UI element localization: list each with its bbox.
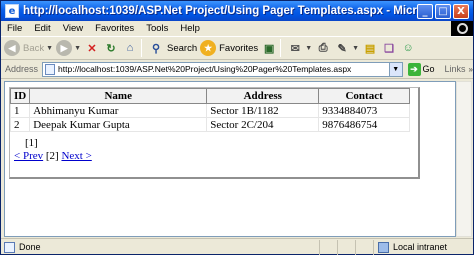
menu-help[interactable]: Help — [174, 23, 206, 34]
menu-bar: File Edit View Favorites Tools Help — [1, 21, 451, 36]
refresh-icon[interactable]: ↻ — [103, 40, 119, 56]
next-page-link[interactable]: Next > — [61, 150, 91, 162]
menu-file[interactable]: File — [1, 23, 28, 34]
windows-logo — [451, 21, 473, 36]
status-text: Done — [19, 242, 41, 252]
search-button[interactable]: ⚲ Search — [148, 40, 197, 56]
toolbar: ◀ Back ▼ ▶ ▼ ✕ ↻ ⌂ ⚲ Search ★ Favorites … — [1, 36, 473, 60]
table-row: 1 Abhimanyu Kumar Sector 1B/1182 9334884… — [9, 103, 410, 118]
address-url: http://localhost:1039/ASP.Net%20Project/… — [58, 64, 352, 74]
chevron-down-icon[interactable]: ▼ — [305, 45, 312, 52]
table-row: 2 Deepak Kumar Gupta Sector 2C/204 98764… — [9, 117, 410, 132]
stop-icon[interactable]: ✕ — [84, 40, 100, 56]
window-title: http://localhost:1039/ASP.Net Project/Us… — [23, 5, 417, 17]
media-icon[interactable]: ▣ — [261, 40, 277, 56]
grid-header-row: ID Name Address Contact — [9, 88, 410, 104]
back-arrow-icon: ◀ — [4, 40, 20, 56]
address-dropdown-icon[interactable]: ▼ — [389, 61, 403, 77]
toolbar-separator — [280, 39, 282, 57]
menu-favorites[interactable]: Favorites — [89, 23, 140, 34]
back-button[interactable]: ◀ Back ▼ — [4, 40, 53, 56]
home-icon[interactable]: ⌂ — [122, 40, 138, 56]
mail-button[interactable]: ✉ ▼ — [287, 40, 313, 56]
go-arrow-icon: ➔ — [407, 62, 421, 76]
go-button[interactable]: ➔ Go — [407, 62, 435, 76]
ie-logo-icon: e — [5, 4, 19, 18]
links-button[interactable]: Links — [445, 64, 466, 74]
cell-address: Sector 1B/1182 — [206, 103, 320, 118]
chevron-down-icon[interactable]: ▼ — [46, 45, 53, 52]
title-bar[interactable]: e http://localhost:1039/ASP.Net Project/… — [1, 1, 473, 21]
research-icon[interactable]: ❏ — [381, 40, 397, 56]
page-content: ID Name Address Contact 1 Abhimanyu Kuma… — [4, 81, 456, 237]
cell-id: 1 — [9, 103, 31, 118]
pager: < Prev [2] Next > — [14, 150, 92, 162]
minimize-button[interactable]: _ — [417, 3, 433, 19]
edit-icon: ✎ — [337, 42, 347, 55]
page-icon — [45, 63, 56, 75]
chevron-down-icon[interactable]: ▼ — [352, 45, 359, 52]
messenger-icon[interactable]: ☺ — [400, 40, 416, 56]
status-bar: Done Local intranet — [1, 238, 473, 255]
status-cell — [355, 239, 373, 255]
status-cell — [319, 239, 337, 255]
header-name: Name — [29, 88, 208, 104]
cell-id: 2 — [9, 117, 31, 132]
header-contact: Contact — [318, 88, 410, 104]
cell-address: Sector 2C/204 — [206, 117, 320, 132]
edit-button[interactable]: ✎ ▼ — [334, 40, 360, 56]
search-icon: ⚲ — [151, 42, 161, 55]
header-address: Address — [206, 88, 320, 104]
intranet-icon — [378, 241, 389, 253]
go-label: Go — [422, 64, 435, 74]
windows-flag-icon — [456, 23, 468, 34]
address-label: Address — [5, 64, 39, 74]
status-cell — [337, 239, 355, 255]
cell-name: Deepak Kumar Gupta — [29, 117, 208, 132]
menu-edit[interactable]: Edit — [28, 23, 56, 34]
chevron-right-icon[interactable]: » — [469, 65, 473, 74]
ie-window: e http://localhost:1039/ASP.Net Project/… — [0, 0, 474, 255]
pager-page-indicator: [1] — [25, 137, 38, 149]
cell-contact: 9334884073 — [318, 103, 410, 118]
mail-icon: ✉ — [290, 42, 300, 55]
search-label: Search — [167, 42, 198, 54]
back-label: Back — [23, 42, 45, 54]
discuss-icon[interactable]: ▤ — [362, 40, 378, 56]
cell-name: Abhimanyu Kumar — [29, 103, 208, 118]
favorites-button[interactable]: ★ Favorites — [200, 40, 258, 56]
address-input[interactable]: http://localhost:1039/ASP.Net%20Project/… — [42, 61, 390, 77]
page-done-icon — [4, 241, 15, 253]
vertical-scrollbar[interactable] — [456, 81, 472, 237]
zone-label: Local intranet — [393, 242, 448, 252]
header-id: ID — [9, 88, 31, 104]
address-bar: Address http://localhost:1039/ASP.Net%20… — [1, 60, 473, 79]
chevron-down-icon[interactable]: ▼ — [74, 45, 81, 52]
menu-view[interactable]: View — [57, 23, 89, 34]
cell-contact: 9876486754 — [318, 117, 410, 132]
close-button[interactable]: X — [453, 3, 469, 19]
print-icon[interactable]: ⎙ — [315, 40, 331, 56]
data-grid: ID Name Address Contact 1 Abhimanyu Kuma… — [9, 88, 410, 132]
toolbar-separator — [141, 39, 142, 57]
forward-arrow-icon: ▶ — [56, 40, 73, 56]
maximize-button[interactable]: □ — [435, 3, 451, 19]
prev-page-link[interactable]: < Prev — [14, 150, 43, 162]
menu-tools[interactable]: Tools — [140, 23, 174, 34]
favorites-label: Favorites — [219, 42, 259, 54]
security-zone: Local intranet — [373, 239, 473, 255]
forward-button[interactable]: ▶ ▼ — [56, 40, 81, 56]
current-page: [2] — [45, 150, 59, 162]
favorites-star-icon: ★ — [200, 40, 217, 56]
